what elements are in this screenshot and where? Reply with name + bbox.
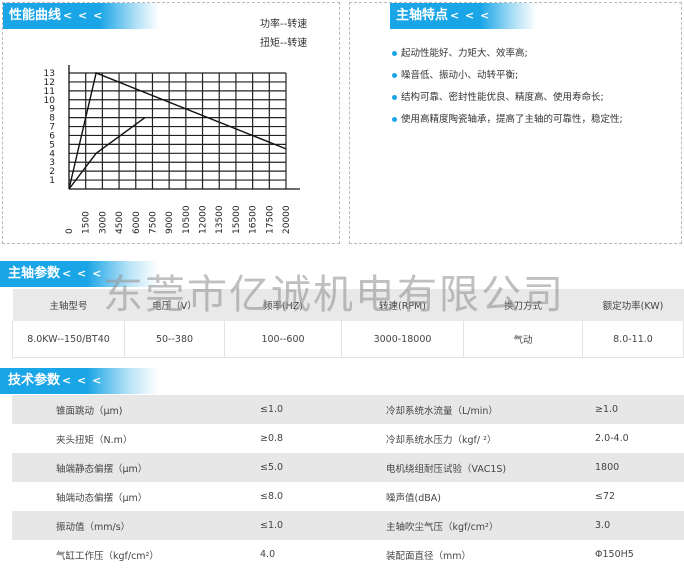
tech-table: 锥面跳动（μm) ≤1.0 冷却系统水流量（L/min） ≥1.0 夹头扭矩（N… [12,395,684,569]
feature-item: 使用高精度陶瓷轴承，提高了主轴的可靠性，稳定性; [392,109,623,131]
y-tick-label: 11 [44,87,55,97]
tech-value: ≥1.0 [595,395,684,424]
tech-label: 噪声值(dBA) [386,492,441,504]
table-row: 振动值（mm/s） ≤1.0 主轴吹尘气压（kgf/cm²） 3.0 [12,511,684,540]
spindle-header-row: 主轴型号 电压（V） 频率(HZ) 转速(RPM) 换刀方式 额定功率(KW) [12,289,684,321]
spindle-cell: 3000-18000 [341,321,464,358]
tech-arrows: < < < [62,374,103,387]
features-arrows: < < < [450,9,491,22]
table-row: 夹头扭矩（N.m） ≥0.8 冷却系统水压力（kgf/ ²） 2.0-4.0 [12,424,684,453]
spindle-table: 主轴型号 电压（V） 频率(HZ) 转速(RPM) 换刀方式 额定功率(KW) … [12,289,684,358]
tech-value: 4.0 [260,549,276,560]
y-tick-label: 1 [49,176,55,186]
performance-chart: 123456789101112130 1500 3000 4500 6000 7500 90… [44,65,300,234]
feature-item: 结构可靠、密封性能优良、精度高、使用寿命长; [392,87,623,109]
tech-label: 主轴吹尘气压（kgf/cm²） [386,511,595,540]
tech-value: ≥0.8 [260,433,284,444]
bullet-icon [392,73,397,78]
x-tick-label: 9000 [165,211,175,234]
spindle-cell: 50--380 [124,321,225,358]
tech-value: ≤72 [595,491,616,502]
spindle-cell: 8.0KW--150/BT40 [12,321,125,358]
y-tick-label: 10 [44,96,56,106]
x-tick-label: 17500 [265,205,275,234]
features-list: 起动性能好、力矩大、效率高; 噪音低、振动小、动转平衡; 结构可靠、密封性能优良… [392,43,623,131]
performance-panel: 性能曲线 < < < 功率--转速 扭矩--转速 1 2 3 4 5 6 7 8 9 10 11 12 1… [2,2,340,244]
tech-value: ≤8.0 [260,491,284,502]
x-tick-label: 12000 [199,205,209,234]
y-tick-label: 5 [49,140,55,150]
table-row: 轴端静态偏摆（μm） ≤5.0 电机绕组耐压试验（VAC1S) 1800 [12,453,684,482]
tech-label: 振动值（mm/s） [12,511,260,540]
tech-label: 装配面直径（mm） [386,550,472,562]
x-tick-label: 16500 [249,205,259,234]
tech-value: Φ150H5 [595,549,634,560]
table-row: 8.0KW--150/BT40 50--380 100--600 3000-18… [12,321,684,358]
spindle-cell: 100--600 [224,321,342,358]
features-panel: 主轴特点 < < < 起动性能好、力矩大、效率高; 噪音低、振动小、动转平衡; 结… [349,2,682,244]
x-tick-label: 10500 [182,205,192,234]
spindle-col-header: 额定功率(KW) [582,289,684,321]
tech-label: 轴端静态偏摆（μm） [12,453,260,482]
spindle-arrows: < < < [62,267,103,280]
tech-value: ≤5.0 [260,453,386,482]
bullet-icon [392,95,397,100]
x-tick-label: 6000 [132,211,142,234]
spindle-col-header: 主轴型号 [12,289,125,321]
tech-value: ≤1.0 [260,511,386,540]
x-tick-label: 1500 [82,211,92,234]
spindle-col-header: 换刀方式 [463,289,583,321]
y-tick-label: 2 [49,167,55,177]
bullet-icon [392,51,397,56]
tech-value: 2.0-4.0 [595,433,629,444]
tech-label: 电机绕组耐压试验（VAC1S) [386,453,595,482]
bullet-icon [392,117,397,122]
tech-label: 冷却系统水流量（L/min） [386,395,595,424]
spindle-col-header: 转速(RPM) [341,289,464,321]
tech-label: 气缸工作压（kgf/cm²） [56,550,159,562]
y-tick-label: 3 [49,158,55,168]
x-tick-label: 20000 [282,205,292,234]
x-tick-label: 15000 [232,205,242,234]
y-tick-label: 7 [49,123,55,133]
y-tick-label: 4 [49,149,55,159]
x-tick-label: 3000 [98,211,108,234]
x-tick-label: 4500 [115,211,125,234]
y-tick-label: 6 [49,131,55,141]
table-row: 气缸工作压（kgf/cm²） 4.0 装配面直径（mm） Φ150H5 [12,540,684,569]
x-tick-label: 7500 [148,211,158,234]
spindle-cell: 气动 [463,321,583,358]
tech-header: 技术参数 < < < [0,368,158,394]
features-header: 主轴特点 < < < [390,3,536,29]
tech-title: 技术参数 [8,373,61,388]
spindle-title: 主轴参数 [8,266,61,281]
tech-label: 轴端动态偏摆（μm） [56,492,148,504]
spindle-col-header: 频率(HZ) [224,289,342,321]
tech-value: ≤1.0 [260,395,386,424]
y-tick-label: 12 [44,78,55,88]
table-row: 轴端动态偏摆（μm） ≤8.0 噪声值(dBA) ≤72 [12,482,684,511]
x-tick-label: 0 [65,228,75,234]
features-title: 主轴特点 [396,8,449,23]
y-tick-label: 9 [49,105,55,115]
tech-label: 夹头扭矩（N.m） [56,434,133,446]
tech-value: 3.0 [595,511,684,540]
x-tick-label: 13500 [215,205,225,234]
spindle-col-header: 电压（V） [124,289,225,321]
tech-label: 冷却系统水压力（kgf/ ²） [386,434,497,446]
spindle-cell: 8.0-11.0 [582,321,684,358]
table-row: 锥面跳动（μm) ≤1.0 冷却系统水流量（L/min） ≥1.0 [12,395,684,424]
feature-item: 起动性能好、力矩大、效率高; [392,43,623,65]
tech-value: 1800 [595,453,684,482]
y-tick-label: 13 [44,69,55,79]
feature-item: 噪音低、振动小、动转平衡; [392,65,623,87]
y-tick-label: 8 [49,114,55,124]
tech-label: 锥面跳动（μm) [12,395,260,424]
spindle-header: 主轴参数 < < < [0,261,158,287]
